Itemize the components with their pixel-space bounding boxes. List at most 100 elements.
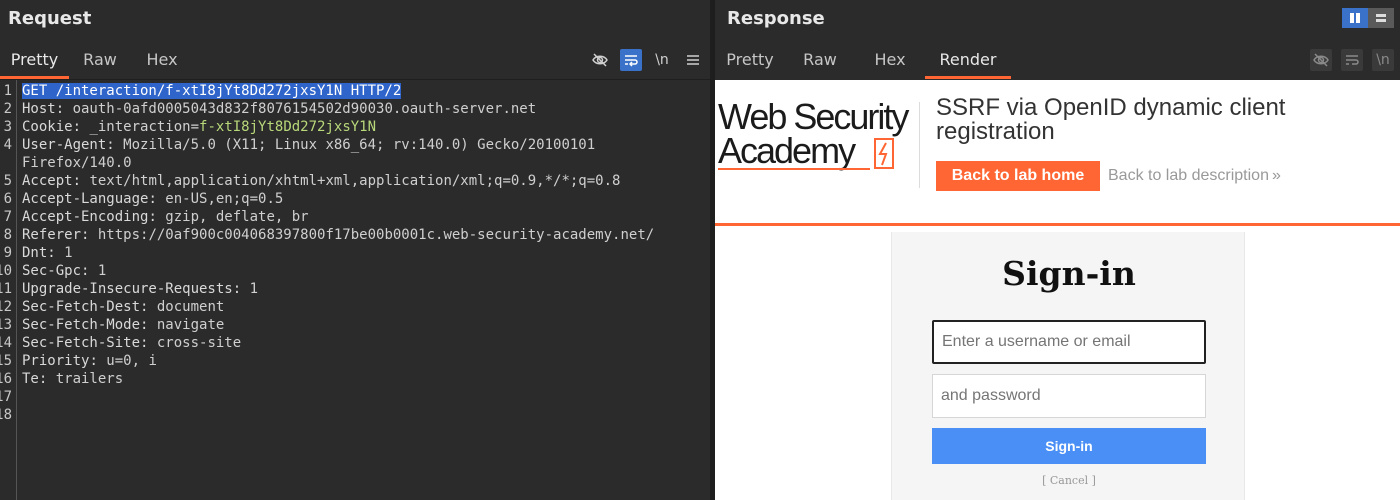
request-editor[interactable]: 123456789101112131415161718 GET /interac… [0, 80, 710, 500]
line-number: 2 [3, 101, 12, 117]
request-line[interactable]: Accept-Encoding: gzip, deflate, br [22, 208, 710, 226]
header-name: Sec-Gpc [22, 263, 82, 279]
header-separator: : [38, 371, 56, 387]
header-value: text/html,application/xhtml+xml,applicat… [89, 173, 621, 189]
signin-card: Sign-in Sign-in [ Cancel ] [891, 232, 1245, 500]
request-line[interactable]: Dnt: 1 [22, 244, 710, 262]
header-separator: : [89, 353, 107, 369]
newline-toggle[interactable]: \n [1372, 49, 1394, 71]
line-number: 13 [0, 317, 12, 333]
request-toolbar: \n [580, 48, 704, 72]
header-value: en-US,en;q=0.5 [165, 191, 284, 207]
header-separator: : [148, 191, 166, 207]
request-line[interactable]: Cookie: _interaction=f-xtI8jYt8Dd272jxsY… [22, 118, 710, 136]
header-separator: : [140, 335, 157, 351]
back-to-lab-home-button[interactable]: Back to lab home [936, 161, 1100, 191]
request-tab-pretty[interactable]: Pretty [0, 44, 69, 79]
username-input[interactable] [932, 320, 1206, 364]
request-line-selected: GET /interaction/f-xtI8jYt8Dd272jxsY1N H… [22, 83, 402, 99]
header-name: Dnt [22, 245, 48, 261]
request-line[interactable]: Referer: https://0af900c004068397800f17b… [22, 226, 710, 244]
header-separator: : [47, 245, 65, 261]
line-number: 5 [3, 173, 12, 189]
layout-toggle [1342, 8, 1394, 28]
header-value: https://0af900c004068397800f17be00b0001c… [97, 227, 655, 243]
request-line[interactable]: Te: trailers [22, 370, 710, 388]
eye-off-icon[interactable] [589, 49, 611, 71]
request-line[interactable]: Sec-Fetch-Site: cross-site [22, 334, 710, 352]
line-number: 18 [0, 407, 12, 423]
newline-toggle[interactable]: \n [651, 49, 673, 71]
request-line[interactable]: Sec-Fetch-Dest: document [22, 298, 710, 316]
header-separator: : [140, 317, 157, 333]
lab-header: Web Security Academy SSRF via OpenID dyn… [715, 80, 1400, 226]
response-tab-hex[interactable]: Hex [855, 44, 925, 79]
line-number: 8 [3, 227, 12, 243]
header-name: Sec-Fetch-Dest [22, 299, 141, 315]
line-number: 1 [3, 83, 12, 99]
request-title: Request [8, 8, 92, 29]
request-line[interactable]: GET /interaction/f-xtI8jYt8Dd272jxsY1N H… [22, 82, 710, 100]
header-name: Host [22, 101, 56, 117]
header-name: Te [22, 371, 39, 387]
request-tab-raw[interactable]: Raw [69, 44, 131, 79]
split-rows-icon[interactable] [1368, 8, 1394, 28]
cookie-equals: = [190, 119, 200, 135]
signin-button[interactable]: Sign-in [932, 428, 1206, 464]
line-number: 14 [0, 335, 12, 351]
request-line[interactable] [22, 406, 710, 424]
eye-off-icon[interactable] [1310, 49, 1332, 71]
rendered-page: Web Security Academy SSRF via OpenID dyn… [715, 80, 1400, 500]
request-code[interactable]: GET /interaction/f-xtI8jYt8Dd272jxsY1N H… [22, 82, 710, 424]
response-title: Response [727, 8, 825, 29]
request-line[interactable]: Sec-Fetch-Mode: navigate [22, 316, 710, 334]
request-line[interactable]: Accept-Language: en-US,en;q=0.5 [22, 190, 710, 208]
response-tab-pretty[interactable]: Pretty [715, 44, 785, 79]
response-tab-render[interactable]: Render [925, 44, 1011, 79]
header-separator [919, 102, 920, 188]
header-separator: : [55, 101, 73, 117]
response-pane: Response Pretty Raw Hex Render \n Web Se… [715, 0, 1400, 500]
line-number: 10 [0, 263, 12, 279]
request-line[interactable]: Host: oauth-0afd0005043d832f8076154502d9… [22, 100, 710, 118]
header-value: 1 [249, 281, 259, 297]
request-line[interactable] [22, 388, 710, 406]
header-value: oauth-0afd0005043d832f8076154502d90030.o… [72, 101, 537, 117]
back-to-lab-description-link[interactable]: Back to lab description» [1108, 167, 1281, 185]
response-tab-raw[interactable]: Raw [785, 44, 855, 79]
request-line[interactable]: Sec-Gpc: 1 [22, 262, 710, 280]
split-columns-icon[interactable] [1342, 8, 1368, 28]
request-tabs: Pretty Raw Hex [0, 44, 193, 79]
response-toolbar: \n [1301, 48, 1394, 72]
header-value: trailers [55, 371, 124, 387]
header-value: navigate [156, 317, 225, 333]
header-value: document [156, 299, 225, 315]
cookie-value: f-xtI8jYt8Dd272jxsY1N [199, 119, 377, 135]
header-separator: : [106, 137, 124, 153]
signin-title: Sign-in [1002, 254, 1136, 293]
request-line[interactable]: Priority: u=0, i [22, 352, 710, 370]
header-name: Referer [22, 227, 82, 243]
request-tab-hex[interactable]: Hex [131, 44, 193, 79]
header-value: cross-site [156, 335, 242, 351]
header-name: Sec-Fetch-Site [22, 335, 141, 351]
wrap-icon[interactable] [1341, 49, 1363, 71]
header-name: Accept [22, 173, 73, 189]
header-name: Sec-Fetch-Mode [22, 317, 141, 333]
double-chevron-icon: » [1271, 167, 1281, 184]
academy-logo[interactable]: Web Security Academy [718, 99, 918, 172]
request-line[interactable]: User-Agent: Mozilla/5.0 (X11; Linux x86_… [22, 136, 710, 154]
password-input[interactable] [932, 374, 1206, 418]
request-line[interactable]: Upgrade-Insecure-Requests: 1 [22, 280, 710, 298]
hamburger-icon[interactable] [682, 49, 704, 71]
logo-underline [718, 168, 870, 170]
header-value: gzip, deflate, br [165, 209, 309, 225]
line-number: 3 [3, 119, 12, 135]
line-number: 7 [3, 209, 12, 225]
header-name: Upgrade-Insecure-Requests [22, 281, 233, 297]
cancel-link[interactable]: [ Cancel ] [892, 474, 1246, 487]
wrap-icon[interactable] [620, 49, 642, 71]
request-line[interactable]: Firefox/140.0 [22, 154, 710, 172]
bolt-icon [874, 138, 894, 169]
request-line[interactable]: Accept: text/html,application/xhtml+xml,… [22, 172, 710, 190]
